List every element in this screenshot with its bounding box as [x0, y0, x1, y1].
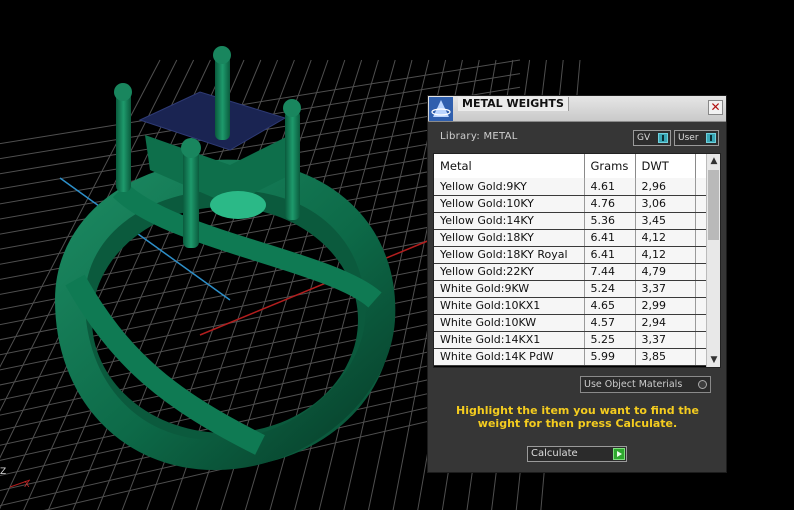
library-label: Library: METAL	[440, 131, 518, 142]
app-logo-icon	[429, 97, 453, 121]
cell-dwt: 3,37	[635, 331, 696, 349]
table-row[interactable]: White Gold:14KX1 5.25 3,37	[434, 331, 708, 349]
cell-grams: 7.44	[584, 263, 636, 281]
table-row[interactable]: Yellow Gold:22KY 7.44 4,79	[434, 263, 708, 281]
use-object-materials-option[interactable]: Use Object Materials	[580, 376, 711, 393]
user-label: User	[678, 133, 699, 143]
cell-grams: 5.25	[584, 331, 636, 349]
prong-tip-3	[283, 99, 301, 117]
cell-grams: 4.61	[584, 178, 636, 196]
scroll-up-icon[interactable]: ▲	[707, 154, 720, 168]
cell-metal: Yellow Gold:14KY	[434, 212, 585, 230]
prong-4	[183, 148, 199, 248]
table-row[interactable]: Yellow Gold:18KY Royal 6.41 4,12	[434, 246, 708, 264]
scroll-thumb[interactable]	[708, 170, 719, 240]
calculate-button[interactable]: Calculate	[527, 446, 627, 462]
prong-2	[215, 55, 230, 140]
cell-metal: White Gold:9KW	[434, 280, 585, 298]
cell-metal: White Gold:10KX1	[434, 297, 585, 315]
cell-metal: White Gold:14K PdW	[434, 348, 585, 366]
prong-tip-2	[213, 46, 231, 64]
cell-grams: 4.57	[584, 314, 636, 332]
column-header-metal[interactable]: Metal	[434, 154, 585, 178]
axis-x-label: X	[24, 480, 30, 489]
toggle-knob-icon	[706, 133, 716, 143]
gv-toggle[interactable]: GV	[633, 130, 671, 146]
cell-grams: 5.99	[584, 348, 636, 366]
vertical-scrollbar[interactable]: ▲ ▼	[706, 154, 720, 367]
ring-model[interactable]	[54, 46, 396, 471]
cell-grams: 6.41	[584, 246, 636, 264]
metal-table-body: Yellow Gold:9KY 4.61 2,96 Yellow Gold:10KY 4…	[434, 178, 708, 366]
cell-metal: Yellow Gold:18KY Royal	[434, 246, 585, 264]
cell-metal: Yellow Gold:9KY	[434, 178, 585, 196]
prong-1	[116, 92, 131, 192]
cell-dwt: 3,85	[635, 348, 696, 366]
toggle-knob-icon	[658, 133, 668, 143]
cell-grams: 4.65	[584, 297, 636, 315]
cell-dwt: 3,45	[635, 212, 696, 230]
scroll-down-icon[interactable]: ▼	[707, 353, 720, 367]
table-row[interactable]: White Gold:14K PdW 5.99 3,85	[434, 348, 708, 366]
cell-dwt: 4,79	[635, 263, 696, 281]
cell-metal: Yellow Gold:22KY	[434, 263, 585, 281]
cell-dwt: 4,12	[635, 229, 696, 247]
table-row[interactable]: Yellow Gold:9KY 4.61 2,96	[434, 178, 708, 196]
filigree	[210, 191, 266, 219]
cell-dwt: 3,37	[635, 280, 696, 298]
cell-metal: White Gold:10KW	[434, 314, 585, 332]
calculate-label: Calculate	[531, 448, 578, 459]
prong-3	[285, 110, 300, 220]
column-header-grams[interactable]: Grams	[584, 154, 636, 178]
cell-grams: 4.76	[584, 195, 636, 213]
window-title: METAL WEIGHTS	[458, 97, 569, 111]
close-button[interactable]: ✕	[708, 100, 723, 115]
cell-dwt: 2,94	[635, 314, 696, 332]
prong-tip-4	[181, 138, 201, 158]
column-header-dwt[interactable]: DWT	[635, 154, 696, 178]
table-row[interactable]: Yellow Gold:10KY 4.76 3,06	[434, 195, 708, 213]
cell-metal: Yellow Gold:10KY	[434, 195, 585, 213]
cell-dwt: 3,06	[635, 195, 696, 213]
radio-icon[interactable]	[698, 380, 707, 389]
use-object-materials-label: Use Object Materials	[584, 379, 683, 390]
cell-grams: 6.41	[584, 229, 636, 247]
table-row[interactable]: White Gold:10KW 4.57 2,94	[434, 314, 708, 332]
prong-tip-1	[114, 83, 132, 101]
table-row[interactable]: Yellow Gold:18KY 6.41 4,12	[434, 229, 708, 247]
table-row[interactable]: Yellow Gold:14KY 5.36 3,45	[434, 212, 708, 230]
user-toggle[interactable]: User	[674, 130, 719, 146]
cell-metal: Yellow Gold:18KY	[434, 229, 585, 247]
cell-grams: 5.24	[584, 280, 636, 298]
cell-dwt: 2,96	[635, 178, 696, 196]
cell-dwt: 2,99	[635, 297, 696, 315]
table-row[interactable]: White Gold:9KW 5.24 3,37	[434, 280, 708, 298]
cell-grams: 5.36	[584, 212, 636, 230]
axis-z-label: Z	[0, 467, 6, 477]
metal-table: Metal Grams DWT Yellow Gold:9KY 4.61 2,96 Y…	[434, 154, 708, 366]
axis-gizmo: Z X	[0, 467, 31, 489]
cell-metal: White Gold:14KX1	[434, 331, 585, 349]
metal-weights-panel: METAL WEIGHTS ✕ Library: METAL GV User M…	[427, 95, 727, 473]
cell-dwt: 4,12	[635, 246, 696, 264]
table-row[interactable]: White Gold:10KX1 4.65 2,99	[434, 297, 708, 315]
instruction-text: Highlight the item you want to find the …	[456, 404, 699, 430]
title-bar[interactable]: METAL WEIGHTS ✕	[428, 96, 726, 122]
play-arrow-icon	[613, 448, 625, 460]
gv-label: GV	[637, 133, 651, 143]
metal-table-container[interactable]: Metal Grams DWT Yellow Gold:9KY 4.61 2,96 Y…	[433, 153, 721, 368]
